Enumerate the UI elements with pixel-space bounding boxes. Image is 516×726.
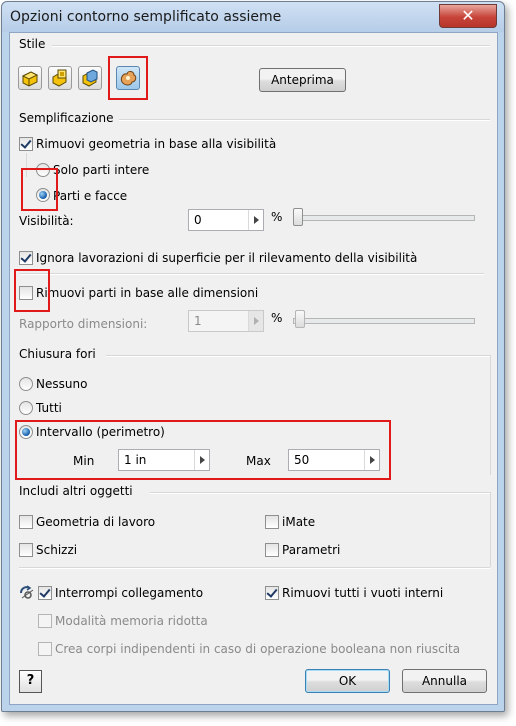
dialog-body: Stile Anteprima Semplificazione Rimuovi … (9, 32, 498, 705)
holes-all-radio[interactable] (19, 401, 33, 415)
ok-button[interactable]: OK (305, 669, 390, 693)
remove-by-visibility-label: Rimuovi geometria in base alla visibilit… (36, 137, 277, 151)
parts-faces-highlight (21, 168, 58, 211)
includi-divider (150, 492, 490, 494)
shrinkwrap-highlight (108, 56, 148, 100)
sketches-checkbox[interactable] (19, 543, 33, 557)
range-highlight (15, 420, 391, 480)
reduced-memory-label: Modalità memoria ridotta (55, 614, 208, 628)
whole-parts-label: Solo parti intere (53, 163, 150, 177)
size-ratio-slider-track[interactable] (293, 318, 475, 324)
size-ratio-unit: % (271, 311, 283, 325)
chiusura-fori-divider (106, 355, 490, 357)
imate-label: iMate (282, 515, 316, 529)
chiusura-fori-group-label: Chiusura fori (19, 347, 96, 361)
help-button[interactable]: ? (19, 670, 42, 693)
sketches-label: Schizzi (36, 543, 78, 557)
break-link-icon (19, 584, 37, 600)
size-divider (19, 273, 484, 275)
size-ratio-value: 1 (194, 314, 202, 328)
independent-bodies-checkbox[interactable] (38, 642, 52, 656)
remove-by-visibility-checkbox[interactable] (19, 137, 33, 151)
work-geometry-label: Geometria di lavoro (36, 515, 156, 529)
visibility-spinner[interactable]: 0 (188, 209, 264, 231)
remove-by-size-highlight (14, 269, 50, 312)
size-ratio-spinner[interactable]: 1 (188, 310, 264, 332)
semplificazione-group-label: Semplificazione (19, 111, 114, 125)
size-ratio-label: Rapporto dimensioni: (19, 317, 148, 331)
break-link-label: Interrompi collegamento (55, 586, 204, 600)
parameters-checkbox[interactable] (265, 543, 279, 557)
break-link-checkbox[interactable] (38, 586, 52, 600)
close-button[interactable]: ✕ (439, 4, 497, 28)
work-geometry-checkbox[interactable] (19, 515, 33, 529)
dialog-window: Opzioni contorno semplificato assieme ✕ … (1, 1, 505, 712)
window-title: Opzioni contorno semplificato assieme (10, 9, 282, 25)
holes-all-label: Tutti (36, 401, 62, 415)
outline-icon[interactable] (78, 66, 102, 90)
bounding-box-icon[interactable] (18, 66, 42, 90)
holes-none-radio[interactable] (19, 377, 33, 391)
chiusura-fori-right-border (490, 355, 491, 475)
cancel-button[interactable]: Annulla (402, 669, 487, 693)
spinner-arrow-icon[interactable] (248, 210, 263, 230)
visibility-value: 0 (194, 213, 202, 227)
size-ratio-slider-thumb[interactable] (295, 310, 305, 328)
semplificazione-divider (119, 119, 490, 121)
reduced-memory-checkbox[interactable] (38, 614, 52, 628)
independent-bodies-label: Crea corpi indipendenti in caso di opera… (55, 642, 461, 656)
visibility-slider-thumb[interactable] (293, 208, 303, 226)
includi-right-border (490, 492, 491, 567)
includi-group-label: Includi altri oggetti (19, 484, 133, 498)
visibility-slider-track[interactable] (293, 215, 475, 221)
title-bar[interactable]: Opzioni contorno semplificato assieme ✕ (2, 2, 504, 32)
preview-button[interactable]: Anteprima (259, 68, 346, 92)
ignore-surface-features-checkbox[interactable] (19, 251, 33, 265)
spinner-arrow-icon[interactable] (248, 311, 263, 331)
remove-voids-label: Rimuovi tutti i vuoti interni (282, 586, 444, 600)
remove-by-size-label: Rimuovi parti in base alle dimensioni (36, 286, 259, 300)
remove-voids-checkbox[interactable] (265, 586, 279, 600)
parameters-label: Parametri (282, 543, 341, 557)
help-icon: ? (26, 673, 35, 688)
visibility-unit: % (271, 210, 283, 224)
includi-bottom-border (19, 567, 490, 569)
holes-none-label: Nessuno (36, 377, 88, 391)
visibility-label: Visibilità: (19, 214, 74, 228)
stile-divider (52, 45, 490, 47)
stile-group-label: Stile (19, 37, 46, 51)
cylinder-box-icon[interactable] (48, 66, 72, 90)
close-icon: ✕ (461, 6, 475, 25)
ignore-surface-features-label: Ignora lavorazioni di superficie per il … (36, 251, 418, 265)
imate-checkbox[interactable] (265, 515, 279, 529)
parts-faces-label: Parti e facce (53, 189, 128, 203)
